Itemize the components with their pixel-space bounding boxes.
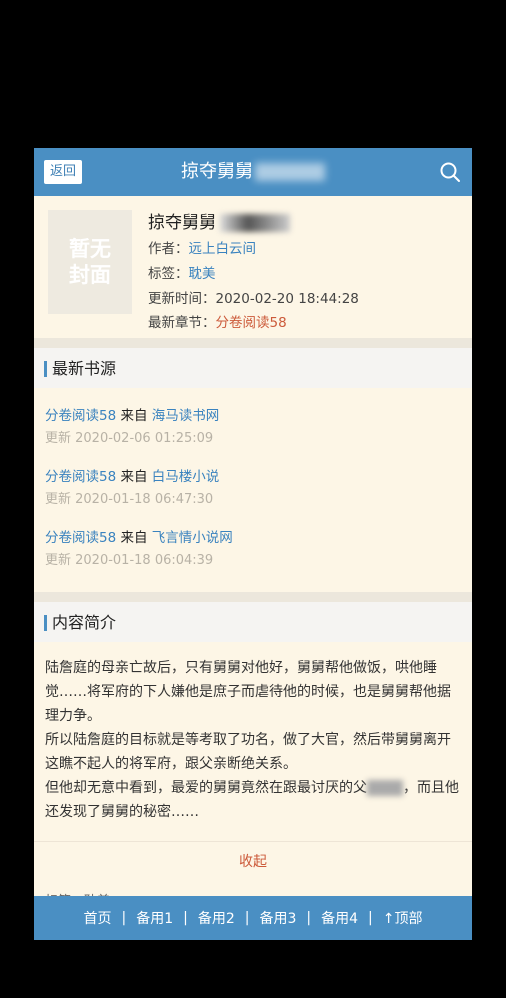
nav-home[interactable]: 首页: [83, 908, 111, 928]
author-label: 作者：: [148, 241, 189, 257]
source-time: 更新 2020-02-06 01:25:09: [45, 431, 214, 446]
nav-top[interactable]: ↑顶部: [383, 908, 423, 928]
latest-chapter-link[interactable]: 分卷阅读58: [216, 315, 287, 331]
nav-backup-4[interactable]: 备用4: [321, 908, 358, 928]
divider: [34, 592, 472, 602]
sources-section: 最新书源 分卷阅读58 来自 海马读书网 更新 2020-02-06 01:25…: [34, 348, 472, 592]
source-chapter-link[interactable]: 分卷阅读58: [45, 408, 116, 424]
source-item[interactable]: 分卷阅读58 来自 海马读书网 更新 2020-02-06 01:25:09: [45, 404, 219, 446]
source-item[interactable]: 分卷阅读58 来自 飞言情小说网 更新 2020-01-18 06:04:39: [45, 526, 233, 568]
search-icon[interactable]: [438, 160, 462, 184]
redacted-text-blur: [367, 780, 403, 796]
latest-chapter-label: 最新章节：: [148, 315, 216, 331]
book-info: 暂无封面 掠夺舅舅 作者：远上白云间 标签：耽美 更新时间：2020-02-20…: [34, 196, 472, 336]
sources-heading: 最新书源: [52, 359, 117, 378]
nav-separator: |: [306, 910, 312, 926]
collapse-divider: [34, 841, 472, 842]
nav-backup-1[interactable]: 备用1: [136, 908, 173, 928]
section-accent-bar: [44, 615, 47, 631]
tag-label: 标签：: [148, 266, 189, 282]
nav-separator: |: [368, 910, 373, 926]
nav-backup-3[interactable]: 备用3: [259, 908, 296, 928]
nav-separator: |: [244, 910, 250, 926]
source-line: 分卷阅读58 来自 飞言情小说网: [45, 526, 233, 546]
page-title: 掠夺舅舅: [34, 148, 472, 196]
intro-paragraph: 陆詹庭的母亲亡故后，只有舅舅对他好，舅舅帮他做饭，哄他睡觉……将军府的下人嫌他是…: [45, 660, 451, 724]
tag-row: 标签：耽美: [148, 262, 216, 282]
nav-backup-2[interactable]: 备用2: [198, 908, 235, 928]
intro-text: 但他却无意中看到，最爱的舅舅竟然在跟最讨厌的父: [45, 780, 367, 796]
top-bar: 返回 掠夺舅舅: [34, 148, 472, 196]
source-chapter-link[interactable]: 分卷阅读58: [45, 469, 116, 485]
source-from-label: 来自: [120, 469, 148, 485]
source-item[interactable]: 分卷阅读58 来自 白马楼小说 更新 2020-01-18 06:47:30: [45, 465, 219, 507]
updated-row: 更新时间：2020-02-20 18:44:28: [148, 287, 359, 307]
nav-separator: |: [183, 910, 188, 926]
book-cover: 暂无封面: [48, 210, 132, 314]
redacted-title-blur: [255, 163, 325, 181]
updated-value: 2020-02-20 18:44:28: [215, 291, 359, 307]
intro-summary: 陆詹庭的母亲亡故后，只有舅舅对他好，舅舅帮他做饭，哄他睡觉……将军府的下人嫌他是…: [45, 656, 463, 824]
intro-heading: 内容简介: [52, 613, 117, 632]
source-from-label: 来自: [120, 408, 148, 424]
latest-chapter-row: 最新章节：分卷阅读58: [148, 311, 287, 331]
source-line: 分卷阅读58 来自 海马读书网: [45, 404, 219, 424]
tag-link[interactable]: 耽美: [189, 266, 216, 282]
updated-label: 更新时间：: [148, 291, 216, 307]
redacted-book-title-blur: [220, 214, 290, 232]
collapse-button[interactable]: 收起: [34, 851, 472, 871]
source-time: 更新 2020-01-18 06:04:39: [45, 553, 214, 568]
source-chapter-link[interactable]: 分卷阅读58: [45, 530, 116, 546]
book-title-text: 掠夺舅舅: [148, 213, 216, 233]
author-link[interactable]: 远上白云间: [189, 241, 257, 257]
intro-header: 内容简介: [34, 602, 472, 642]
nav-separator: |: [121, 910, 127, 926]
divider: [34, 338, 472, 348]
phone-screen: 返回 掠夺舅舅 暂无封面 掠夺舅舅 作者：远上白云间 标签：耽美 更新时间：20…: [34, 148, 472, 940]
page-title-text: 掠夺舅舅: [181, 161, 253, 182]
author-row: 作者：远上白云间: [148, 237, 256, 257]
source-site-link[interactable]: 白马楼小说: [152, 469, 220, 485]
intro-paragraph: 所以陆詹庭的目标就是等考取了功名，做了大官，然后带舅舅离开这瞧不起人的将军府，跟…: [45, 732, 451, 772]
source-site-link[interactable]: 海马读书网: [152, 408, 220, 424]
sources-header: 最新书源: [34, 348, 472, 388]
bottom-nav: 首页 | 备用1 | 备用2 | 备用3 | 备用4 | ↑顶部: [34, 896, 472, 940]
source-line: 分卷阅读58 来自 白马楼小说: [45, 465, 219, 485]
source-site-link[interactable]: 飞言情小说网: [152, 530, 233, 546]
cover-placeholder-text: 暂无封面: [69, 237, 111, 287]
intro-paragraph: 但他却无意中看到，最爱的舅舅竟然在跟最讨厌的父 ，而且他还发现了舅舅的秘密……: [45, 776, 463, 824]
source-time: 更新 2020-01-18 06:47:30: [45, 492, 214, 507]
intro-section: 内容简介 陆詹庭的母亲亡故后，只有舅舅对他好，舅舅帮他做饭，哄他睡觉……将军府的…: [34, 602, 472, 909]
source-from-label: 来自: [120, 530, 148, 546]
section-accent-bar: [44, 361, 47, 377]
book-title: 掠夺舅舅: [148, 208, 290, 233]
